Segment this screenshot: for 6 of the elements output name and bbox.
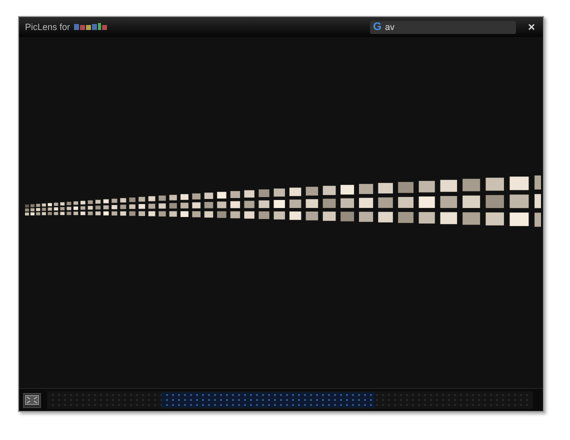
window-title: PicLens for bbox=[25, 22, 70, 32]
fullscreen-icon bbox=[25, 395, 39, 405]
fullscreen-button[interactable] bbox=[23, 392, 41, 408]
close-button[interactable]: × bbox=[526, 20, 537, 34]
google-icon: G bbox=[372, 20, 382, 34]
logo-icon bbox=[74, 23, 108, 31]
